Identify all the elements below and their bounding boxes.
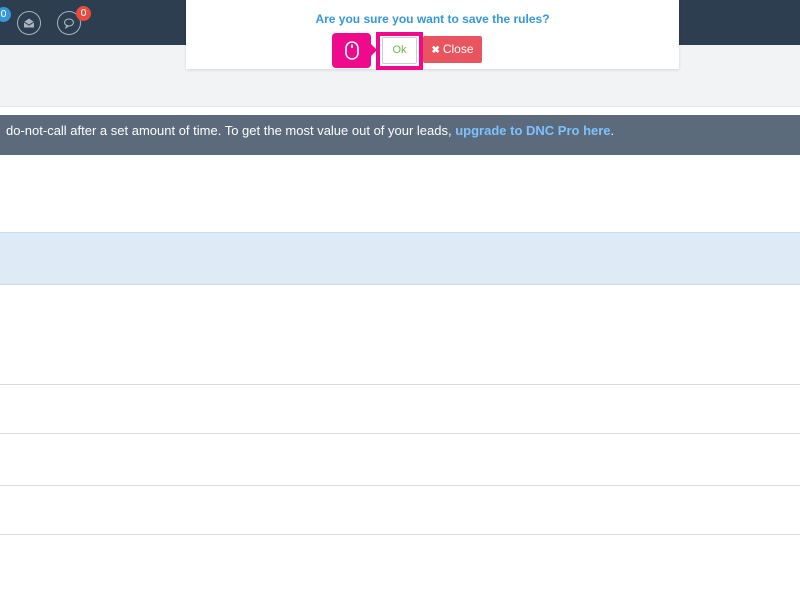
times-icon: ✖ <box>431 45 440 56</box>
dnc-notice-banner: do-not-call after a set amount of time. … <box>0 115 800 155</box>
cursor-marker <box>332 33 377 68</box>
content-row <box>0 535 800 600</box>
envelope-icon[interactable] <box>17 11 41 35</box>
content-row <box>0 285 800 385</box>
notice-suffix: . <box>610 123 615 138</box>
content-row <box>0 434 800 486</box>
notice-text: do-not-call after a set amount of time. … <box>6 115 614 147</box>
close-button[interactable]: ✖ Close <box>423 36 482 63</box>
dialog-title: Are you sure you want to save the rules? <box>315 12 550 26</box>
content-row <box>0 385 800 434</box>
notifications-badge: 0 <box>0 7 11 22</box>
content-row <box>0 155 800 233</box>
upgrade-dnc-pro-link[interactable]: upgrade to DNC Pro here <box>455 123 610 138</box>
mouse-icon <box>344 41 359 60</box>
content-row <box>0 486 800 535</box>
notice-message: do-not-call after a set amount of time. … <box>6 123 456 138</box>
close-button-label: Close <box>442 42 474 56</box>
messages-badge: 0 <box>76 6 91 21</box>
highlighted-row <box>0 232 800 285</box>
ok-button[interactable]: Ok <box>382 37 417 64</box>
